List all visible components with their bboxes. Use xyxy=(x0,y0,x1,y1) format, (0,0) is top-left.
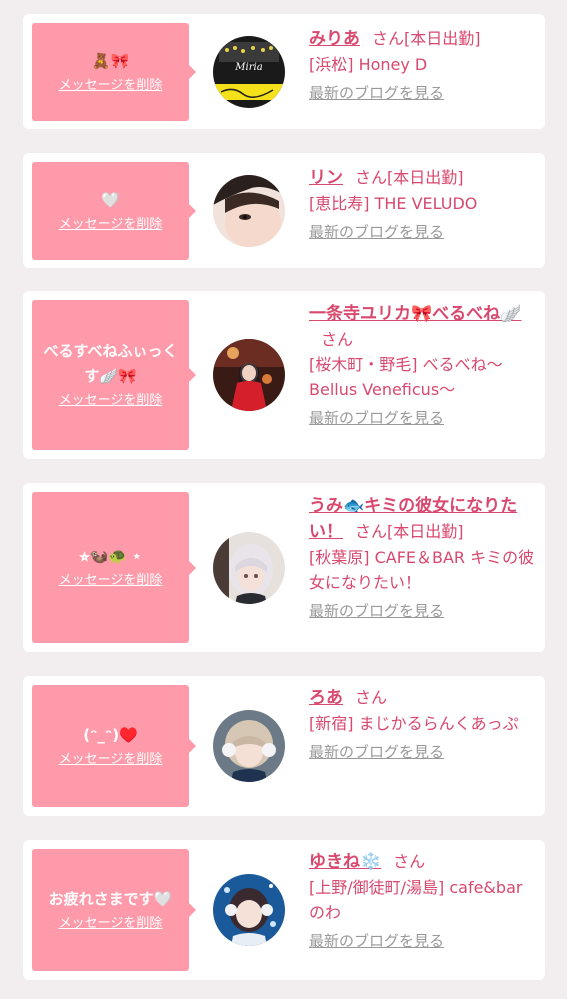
latest-blog-link[interactable]: 最新のブログを見る xyxy=(309,220,537,245)
shop-name: [上野/御徒町/湯島] cafe&bar のわ xyxy=(309,878,523,922)
honorific: さん xyxy=(355,168,388,187)
honorific: さん xyxy=(355,688,388,707)
latest-blog-link[interactable]: 最新のブログを見る xyxy=(309,81,537,106)
avatar[interactable]: Miria xyxy=(213,36,285,108)
profile-name-link[interactable]: みりあ xyxy=(309,29,360,49)
delete-message-link[interactable]: メッセージを削除 xyxy=(59,571,163,591)
avatar-image xyxy=(213,175,285,247)
message-bubble: 🧸🎀 メッセージを削除 xyxy=(32,23,196,121)
latest-blog-link[interactable]: 最新のブログを見る xyxy=(309,929,537,954)
profile-name-link[interactable]: 一条寺ユリカ🎀べるべね🪽 xyxy=(309,304,521,324)
latest-blog-link[interactable]: 最新のブログを見る xyxy=(309,740,537,765)
profile-name-link[interactable]: リン xyxy=(309,168,343,188)
message-bubble: お疲れさまです🤍 メッセージを削除 xyxy=(32,849,196,971)
message-card: ⭐︎🦦🐢 ⋆ メッセージを削除 うみ🐟キミの彼女になりたい！ さん[本日出勤] [… xyxy=(23,483,545,652)
message-text: お疲れさまです🤍 xyxy=(48,889,173,908)
avatar-image xyxy=(213,339,285,411)
profile-info: うみ🐟キミの彼女になりたい！ さん[本日出勤] [秋葉原] CAFE＆BAR キミ… xyxy=(309,493,537,624)
status-badge: [本日出勤] xyxy=(387,168,464,187)
shop-name: [恵比寿] THE VELUDO xyxy=(309,194,478,213)
avatar[interactable] xyxy=(213,175,285,247)
status-badge: [本日出勤] xyxy=(387,522,464,541)
message-bubble: (ᵔ_ᵔ)♥️ メッセージを削除 xyxy=(32,685,196,807)
delete-message-link[interactable]: メッセージを削除 xyxy=(59,76,163,96)
message-card: (ᵔ_ᵔ)♥️ メッセージを削除 ろあ さん [新宿] まじかるらんくあっぷ 最新… xyxy=(23,676,545,816)
shop-name: [新宿] まじかるらんくあっぷ xyxy=(309,714,519,733)
delete-message-link[interactable]: メッセージを削除 xyxy=(59,215,163,235)
message-text: べるすべねふぃっくす🪽🎀 xyxy=(43,342,178,385)
status-badge: [本日出勤] xyxy=(404,29,481,48)
shop-name: [桜木町・野毛] べるべね〜Bellus Veneficus〜 xyxy=(309,355,503,399)
honorific: さん xyxy=(321,330,354,349)
profile-info: 一条寺ユリカ🎀べるべね🪽 さん [桜木町・野毛] べるべね〜Bellus Vene… xyxy=(309,301,537,431)
honorific: さん xyxy=(372,29,405,48)
avatar-text: Miria xyxy=(234,62,262,73)
latest-blog-link[interactable]: 最新のブログを見る xyxy=(309,599,537,624)
delete-message-link[interactable]: メッセージを削除 xyxy=(59,391,163,411)
avatar[interactable] xyxy=(213,710,285,782)
message-card: 🧸🎀 メッセージを削除 Miria みりあ さん[本日出勤] [浜松] Honey… xyxy=(23,14,545,129)
avatar[interactable] xyxy=(213,532,285,604)
message-text: 🤍 xyxy=(101,190,120,209)
avatar[interactable] xyxy=(213,874,285,946)
latest-blog-link[interactable]: 最新のブログを見る xyxy=(309,406,537,431)
profile-name-link[interactable]: ろあ xyxy=(309,688,343,708)
avatar-image xyxy=(213,874,285,946)
profile-name-link[interactable]: ゆきね❄️ xyxy=(309,852,381,872)
profile-info: ゆきね❄️ さん [上野/御徒町/湯島] cafe&bar のわ 最新のブログを見… xyxy=(309,849,537,954)
message-card: お疲れさまです🤍 メッセージを削除 ゆきね❄️ さん [上野/御徒町/湯島] ca… xyxy=(23,840,545,980)
message-card: べるすべねふぃっくす🪽🎀 メッセージを削除 一条寺ユリカ🎀べるべね🪽 さん [桜木… xyxy=(23,291,545,459)
delete-message-link[interactable]: メッセージを削除 xyxy=(59,914,163,934)
profile-info: みりあ さん[本日出勤] [浜松] Honey D 最新のブログを見る xyxy=(309,26,537,106)
message-bubble: 🤍 メッセージを削除 xyxy=(32,162,196,260)
message-text: ⭐︎🦦🐢 ⋆ xyxy=(79,547,142,565)
avatar-image xyxy=(213,532,285,604)
avatar-image xyxy=(213,710,285,782)
message-bubble: べるすべねふぃっくす🪽🎀 メッセージを削除 xyxy=(32,300,196,450)
avatar[interactable] xyxy=(213,339,285,411)
honorific: さん xyxy=(355,522,388,541)
shop-name: [秋葉原] CAFE＆BAR キミの彼女になりたい！ xyxy=(309,548,535,592)
shop-name: [浜松] Honey D xyxy=(309,55,428,74)
profile-info: リン さん[本日出勤] [恵比寿] THE VELUDO 最新のブログを見る xyxy=(309,165,537,245)
honorific: さん xyxy=(393,852,426,871)
message-text: 🧸🎀 xyxy=(91,51,130,70)
delete-message-link[interactable]: メッセージを削除 xyxy=(59,750,163,770)
message-bubble: ⭐︎🦦🐢 ⋆ メッセージを削除 xyxy=(32,492,196,643)
message-text: (ᵔ_ᵔ)♥️ xyxy=(83,725,138,744)
profile-info: ろあ さん [新宿] まじかるらんくあっぷ 最新のブログを見る xyxy=(309,685,537,765)
message-card: 🤍 メッセージを削除 リン さん[本日出勤] [恵比寿] THE VELUDO 最… xyxy=(23,153,545,268)
avatar-image: Miria xyxy=(213,36,285,108)
